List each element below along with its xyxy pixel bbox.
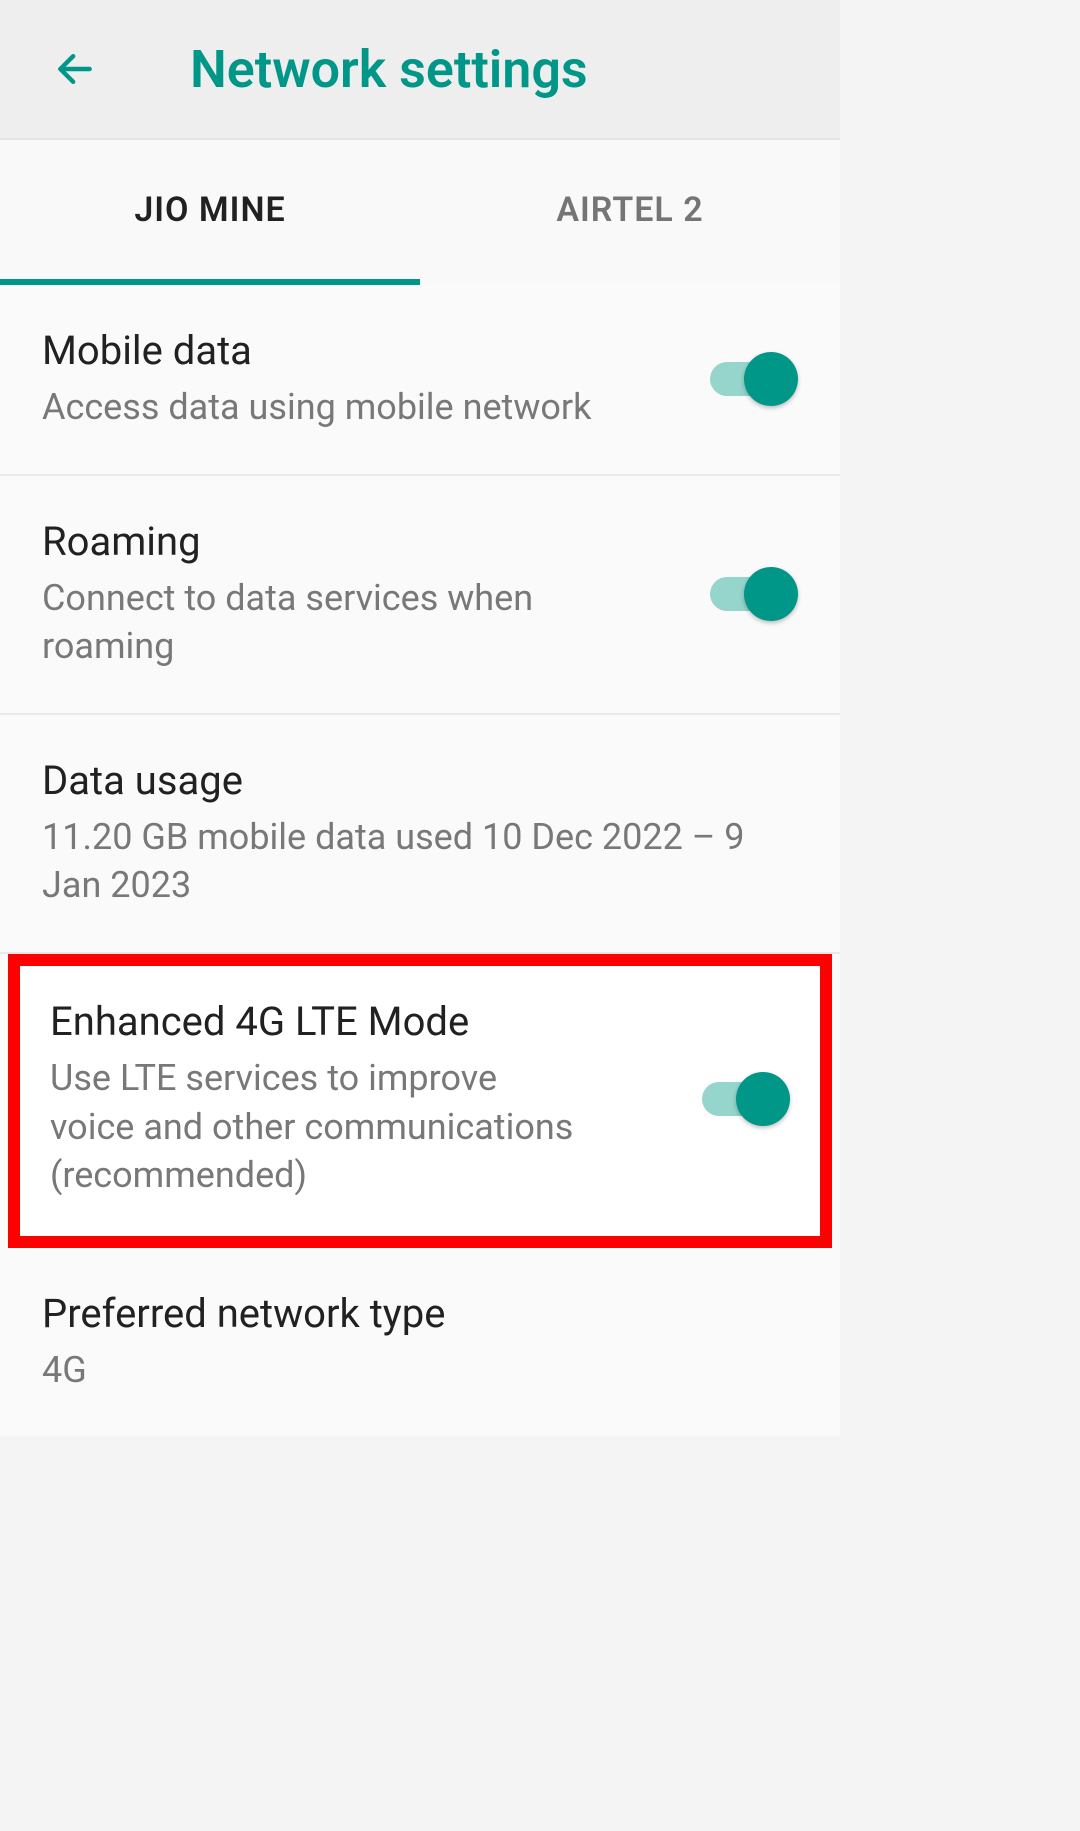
row-enhanced-lte[interactable]: Enhanced 4G LTE Mode Use LTE services to… bbox=[20, 966, 820, 1236]
data-usage-subtitle: 11.20 GB mobile data used 10 Dec 2022 – … bbox=[42, 813, 798, 910]
sim-tabs: JIO MINE AIRTEL 2 bbox=[0, 140, 840, 285]
highlight-box: Enhanced 4G LTE Mode Use LTE services to… bbox=[8, 954, 832, 1248]
roaming-title: Roaming bbox=[42, 518, 680, 566]
enhanced-lte-title: Enhanced 4G LTE Mode bbox=[50, 998, 672, 1046]
toggle-thumb bbox=[744, 567, 798, 621]
tab-airtel-2[interactable]: AIRTEL 2 bbox=[420, 140, 840, 285]
row-mobile-data[interactable]: Mobile data Access data using mobile net… bbox=[0, 285, 840, 476]
row-preferred-network-text: Preferred network type 4G bbox=[42, 1290, 798, 1395]
preferred-network-subtitle: 4G bbox=[42, 1346, 798, 1395]
row-mobile-data-text: Mobile data Access data using mobile net… bbox=[42, 327, 680, 432]
row-roaming-text: Roaming Connect to data services when ro… bbox=[42, 518, 680, 671]
app-header: Network settings bbox=[0, 0, 840, 140]
row-enhanced-lte-text: Enhanced 4G LTE Mode Use LTE services to… bbox=[50, 998, 672, 1200]
tab-jio-mine[interactable]: JIO MINE bbox=[0, 140, 420, 285]
toggle-thumb bbox=[744, 352, 798, 406]
back-arrow-icon[interactable] bbox=[50, 44, 100, 94]
highlight-container: Enhanced 4G LTE Mode Use LTE services to… bbox=[0, 954, 840, 1248]
mobile-data-subtitle: Access data using mobile network bbox=[42, 383, 680, 432]
preferred-network-title: Preferred network type bbox=[42, 1290, 798, 1338]
settings-list: Mobile data Access data using mobile net… bbox=[0, 285, 840, 1436]
enhanced-lte-subtitle: Use LTE services to improve voice and ot… bbox=[50, 1054, 590, 1200]
row-data-usage[interactable]: Data usage 11.20 GB mobile data used 10 … bbox=[0, 715, 840, 954]
mobile-data-toggle[interactable] bbox=[710, 352, 798, 406]
data-usage-title: Data usage bbox=[42, 757, 798, 805]
row-roaming[interactable]: Roaming Connect to data services when ro… bbox=[0, 476, 840, 715]
roaming-toggle[interactable] bbox=[710, 567, 798, 621]
enhanced-lte-toggle[interactable] bbox=[702, 1072, 790, 1126]
toggle-thumb bbox=[736, 1072, 790, 1126]
mobile-data-title: Mobile data bbox=[42, 327, 680, 375]
roaming-subtitle: Connect to data services when roaming bbox=[42, 574, 582, 671]
row-preferred-network[interactable]: Preferred network type 4G bbox=[0, 1248, 840, 1437]
row-data-usage-text: Data usage 11.20 GB mobile data used 10 … bbox=[42, 757, 798, 910]
page-title: Network settings bbox=[190, 39, 588, 100]
